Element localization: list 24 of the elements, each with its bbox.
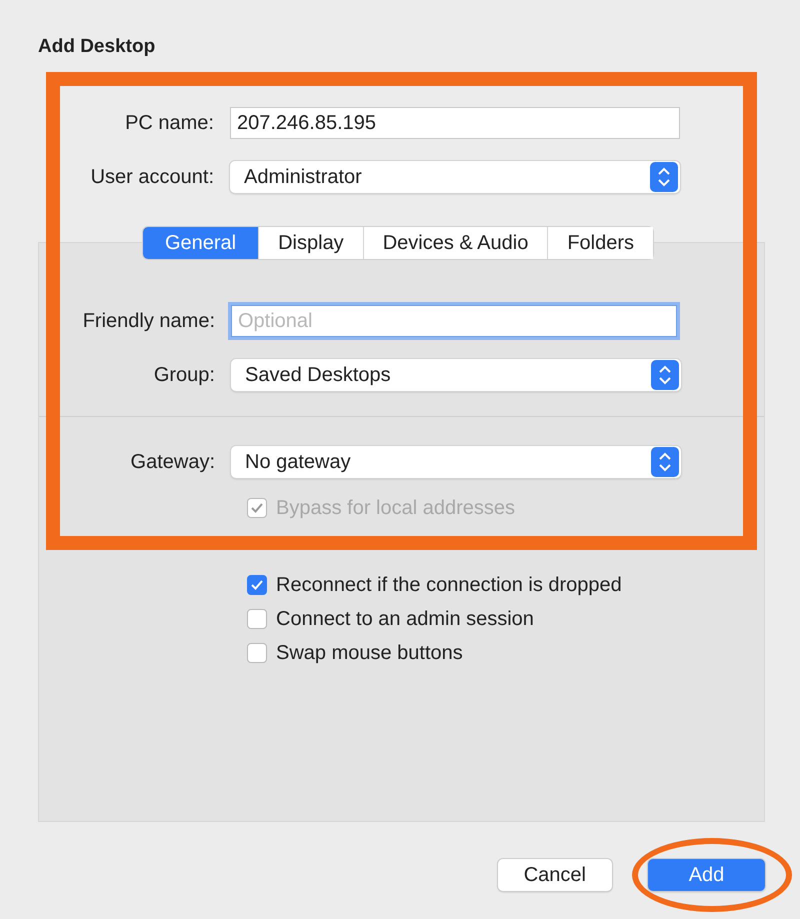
- dropdown[interactable]: No gateway: [231, 446, 681, 478]
- field-label: Group:: [152, 364, 216, 386]
- checkbox-label: Reconnect if the connection is dropped: [276, 574, 622, 596]
- checkbox[interactable]: [247, 643, 267, 663]
- checkbox-label: Connect to an admin session: [276, 608, 534, 630]
- text-field[interactable]: Optional: [231, 305, 677, 337]
- dropdown[interactable]: Administrator: [230, 161, 680, 193]
- checkbox-label: Bypass for local addresses: [276, 496, 516, 520]
- stepper-icon: [651, 447, 679, 477]
- field-label: Friendly name:: [82, 310, 216, 332]
- dialog-title: Add Desktop: [38, 36, 156, 58]
- field-label: User account:: [90, 166, 215, 188]
- stepper-icon: [651, 360, 679, 390]
- field-label: PC name:: [124, 112, 215, 134]
- stepper-icon: [650, 162, 678, 192]
- checkbox-label: Swap mouse buttons: [276, 642, 463, 664]
- checkbox[interactable]: [247, 609, 267, 629]
- field-label: Gateway:: [130, 450, 216, 474]
- text-field[interactable]: 207.246.85.195: [230, 107, 680, 139]
- tab[interactable]: General: [142, 227, 260, 259]
- checkbox[interactable]: [247, 575, 267, 595]
- dropdown[interactable]: Saved Desktops: [231, 359, 681, 391]
- cancel-button[interactable]: Cancel: [498, 859, 612, 891]
- add-button[interactable]: Add: [648, 859, 765, 891]
